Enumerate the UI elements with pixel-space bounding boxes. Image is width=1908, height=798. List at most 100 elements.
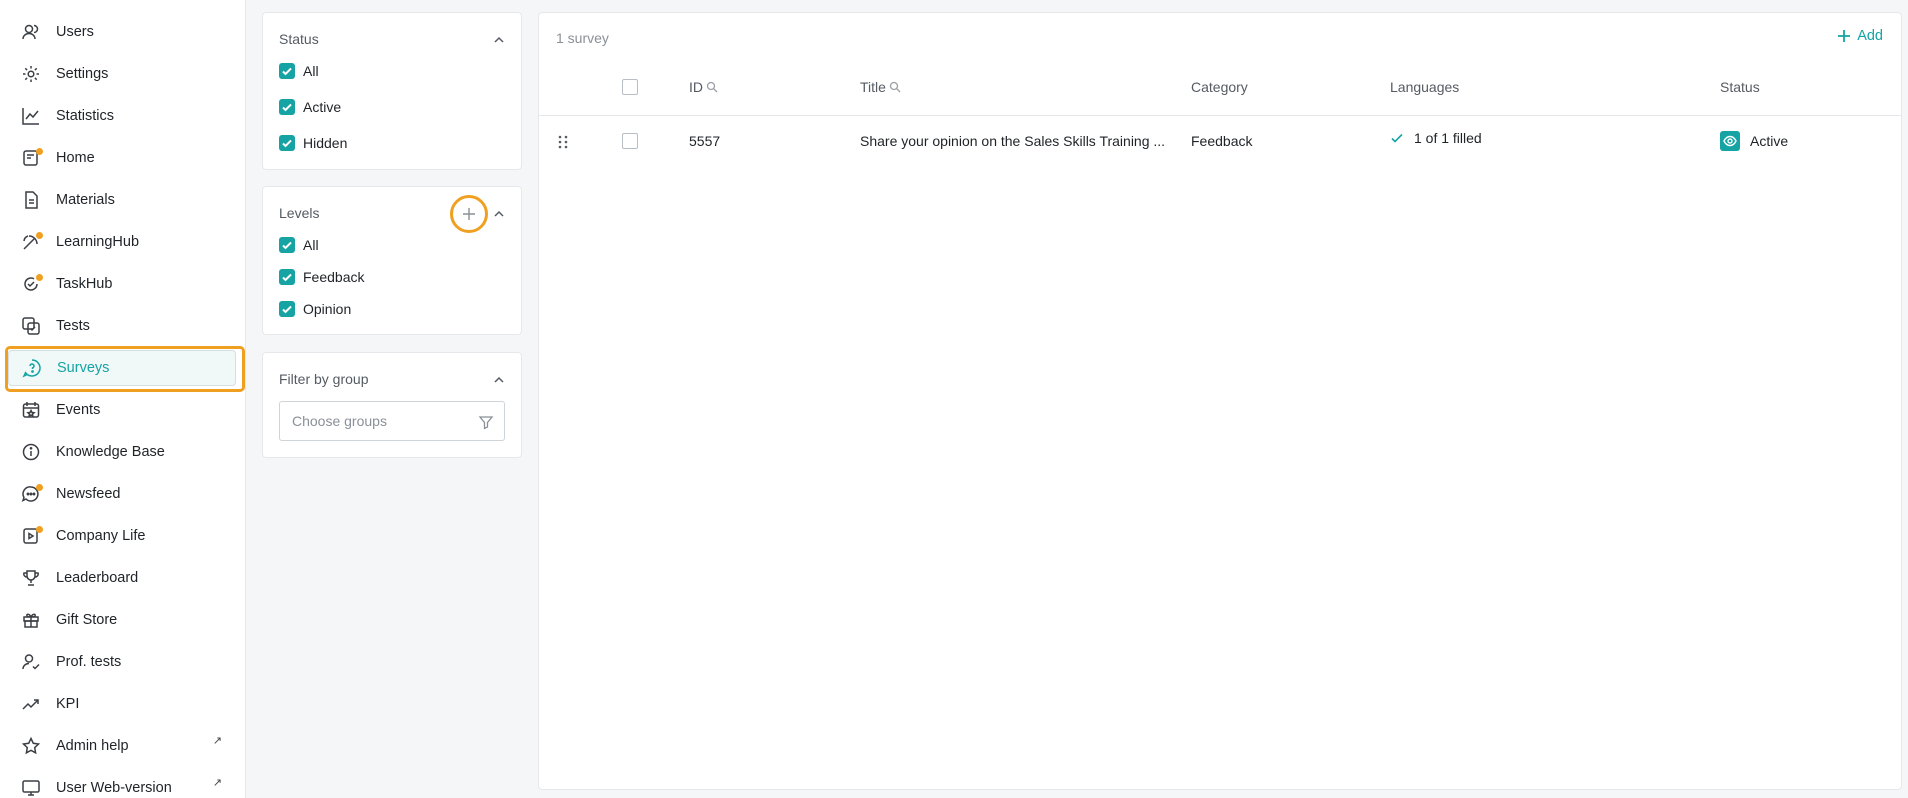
external-link-icon: ↗	[212, 777, 222, 789]
sidebar-item-label: Newsfeed	[56, 486, 121, 502]
sidebar-item-knowledge-base[interactable]: Knowledge Base	[8, 434, 236, 470]
sidebar-item-label: Tests	[56, 318, 90, 334]
status-option-all[interactable]: All	[279, 63, 319, 79]
sidebar: Users Settings Statistics Home Materials…	[0, 0, 246, 798]
select-all-checkbox[interactable]	[622, 79, 638, 95]
search-icon[interactable]	[889, 81, 901, 93]
sidebar-item-statistics[interactable]: Statistics	[8, 98, 236, 134]
choose-groups-input[interactable]: Choose groups	[279, 401, 505, 441]
sidebar-item-label: Home	[56, 150, 95, 166]
languages-label: 1 of 1 filled	[1414, 130, 1482, 146]
chevron-up-icon[interactable]	[493, 374, 505, 386]
column-header-id[interactable]: ID	[689, 79, 718, 95]
info-icon	[20, 441, 42, 463]
notification-dot	[36, 148, 43, 155]
video-icon	[20, 525, 43, 547]
checkbox-checked[interactable]	[279, 99, 295, 115]
sidebar-item-label: Company Life	[56, 528, 146, 544]
sidebar-item-label: Events	[56, 402, 101, 418]
column-header-label: Category	[1191, 79, 1248, 95]
sidebar-item-newsfeed[interactable]: Newsfeed	[8, 476, 236, 512]
notification-dot	[36, 484, 43, 491]
sidebar-item-label: TaskHub	[56, 276, 113, 292]
sidebar-item-company-life[interactable]: Company Life	[8, 518, 236, 554]
trend-icon	[20, 693, 42, 715]
sidebar-item-surveys[interactable]: Surveys	[8, 350, 236, 386]
checkbox-label: Hidden	[303, 135, 348, 151]
sidebar-item-label: Knowledge Base	[56, 444, 165, 460]
drag-handle-icon[interactable]	[557, 134, 569, 150]
group-filter-card: Filter by group Choose groups	[262, 352, 522, 458]
plus-icon	[463, 208, 475, 220]
column-header-label: Title	[860, 79, 886, 95]
status-option-active[interactable]: Active	[279, 99, 341, 115]
column-header-category: Category	[1191, 79, 1248, 95]
survey-count: 1 survey	[556, 30, 609, 46]
status-option-hidden[interactable]: Hidden	[279, 135, 347, 151]
survey-icon	[21, 357, 43, 379]
survey-title[interactable]: Share your opinion on the Sales Skills T…	[860, 133, 1165, 149]
choose-groups-placeholder: Choose groups	[292, 413, 387, 429]
star-icon	[20, 735, 42, 757]
home-icon	[20, 147, 43, 169]
plus-icon	[1838, 30, 1851, 42]
checkbox-checked[interactable]	[279, 237, 295, 253]
level-option-opinion[interactable]: Opinion	[279, 301, 351, 317]
sidebar-item-home[interactable]: Home	[8, 140, 236, 176]
chart-line-icon	[20, 105, 42, 127]
checkbox-checked[interactable]	[279, 301, 295, 317]
sidebar-item-kpi[interactable]: KPI	[8, 686, 236, 722]
sidebar-item-label: User Web-version	[56, 780, 172, 796]
survey-category: Feedback	[1191, 133, 1253, 149]
add-survey-button[interactable]: Add	[1837, 28, 1883, 44]
sidebar-item-label: Prof. tests	[56, 654, 122, 670]
trophy-icon	[20, 567, 42, 589]
sidebar-item-tests[interactable]: Tests	[8, 308, 236, 344]
external-link-icon: ↗	[212, 735, 222, 747]
header-divider	[539, 115, 1901, 116]
eye-icon	[1720, 131, 1740, 151]
add-label: Add	[1857, 28, 1883, 44]
sidebar-item-label: LearningHub	[56, 234, 140, 250]
chevron-up-icon[interactable]	[493, 208, 505, 220]
notification-dot	[36, 526, 43, 533]
checkbox-label: Opinion	[303, 301, 352, 317]
sidebar-item-gift-store[interactable]: Gift Store	[8, 602, 236, 638]
survey-id: 5557	[689, 133, 721, 149]
sidebar-item-label: Settings	[56, 66, 109, 82]
sidebar-item-users[interactable]: Users	[8, 14, 236, 50]
level-option-feedback[interactable]: Feedback	[279, 269, 364, 285]
sidebar-item-label: KPI	[56, 696, 80, 712]
sidebar-item-leaderboard[interactable]: Leaderboard	[8, 560, 236, 596]
sidebar-item-admin-help[interactable]: Admin help ↗	[8, 728, 236, 764]
checkbox-checked[interactable]	[279, 269, 295, 285]
sidebar-item-prof-tests[interactable]: Prof. tests	[8, 644, 236, 680]
sidebar-item-materials[interactable]: Materials	[8, 182, 236, 218]
sidebar-item-events[interactable]: Events	[8, 392, 236, 428]
sidebar-item-learninghub[interactable]: LearningHub	[8, 224, 236, 260]
sidebar-item-label: Admin help	[56, 738, 129, 754]
sidebar-item-label: Leaderboard	[56, 570, 139, 586]
sidebar-item-taskhub[interactable]: TaskHub	[8, 266, 236, 302]
sidebar-item-settings[interactable]: Settings	[8, 56, 236, 92]
calendar-icon	[20, 399, 42, 421]
checkbox-checked[interactable]	[279, 63, 295, 79]
gear-icon	[20, 63, 42, 85]
sidebar-item-label: Gift Store	[56, 612, 118, 628]
search-icon[interactable]	[706, 81, 718, 93]
filter-icon[interactable]	[478, 414, 494, 430]
checkbox-checked[interactable]	[279, 135, 295, 151]
status-badge[interactable]: Active	[1720, 131, 1788, 151]
row-checkbox[interactable]	[622, 133, 638, 149]
checkbox-label: All	[303, 63, 319, 79]
checkbox-label: Feedback	[303, 269, 365, 285]
column-header-status: Status	[1720, 79, 1760, 95]
user-check-icon	[20, 651, 42, 673]
level-option-all[interactable]: All	[279, 237, 319, 253]
checkbox-label: Active	[303, 99, 342, 115]
add-level-button[interactable]	[450, 195, 488, 233]
chevron-up-icon[interactable]	[493, 34, 505, 46]
column-header-title[interactable]: Title	[860, 79, 901, 95]
learninghub-icon	[20, 231, 43, 253]
sidebar-item-user-web-version[interactable]: User Web-version ↗	[8, 770, 236, 798]
